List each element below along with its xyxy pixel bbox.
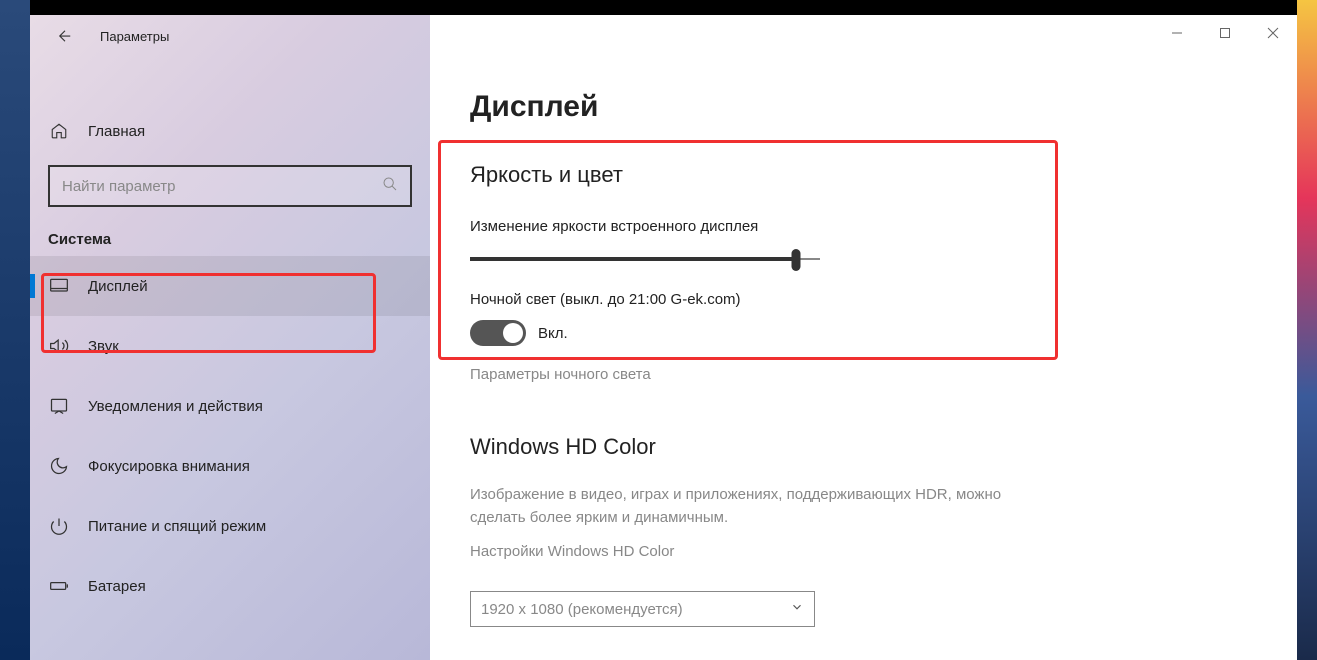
night-light-label: Ночной свет (выкл. до 21:00 G-ek.com) <box>470 291 1257 308</box>
maximize-icon <box>1219 27 1231 39</box>
brightness-slider[interactable] <box>470 247 820 271</box>
sidebar-item-power[interactable]: Питание и спящий режим <box>30 496 430 556</box>
slider-fill <box>470 257 796 261</box>
window-controls <box>1153 15 1297 51</box>
home-icon <box>48 122 70 140</box>
close-button[interactable] <box>1249 15 1297 51</box>
section-hdcolor-title: Windows HD Color <box>470 434 1257 460</box>
sidebar-home-label: Главная <box>88 123 145 140</box>
brightness-slider-label: Изменение яркости встроенного дисплея <box>470 218 1257 235</box>
sidebar-item-label: Звук <box>88 338 119 355</box>
back-button[interactable] <box>50 21 80 51</box>
toggle-state-label: Вкл. <box>538 325 568 342</box>
resolution-dropdown[interactable]: 1920 х 1080 (рекомендуется) <box>470 591 815 627</box>
minimize-icon <box>1171 27 1183 39</box>
close-icon <box>1267 27 1279 39</box>
sidebar: Параметры Главная Система Дисплей <box>30 15 430 660</box>
sidebar-item-sound[interactable]: Звук <box>30 316 430 376</box>
desktop-bg-right <box>1297 0 1317 660</box>
main-content: Дисплей Яркость и цвет Изменение яркости… <box>430 15 1297 660</box>
chevron-down-icon <box>790 600 804 619</box>
settings-window: Параметры Главная Система Дисплей <box>30 15 1297 660</box>
arrow-left-icon <box>56 27 74 45</box>
sidebar-item-focus[interactable]: Фокусировка внимания <box>30 436 430 496</box>
maximize-button[interactable] <box>1201 15 1249 51</box>
notification-icon <box>48 396 70 416</box>
slider-thumb[interactable] <box>791 249 800 271</box>
titlebar: Параметры <box>30 15 430 57</box>
monitor-icon <box>48 276 70 296</box>
desktop-bg-left <box>0 0 30 660</box>
focus-icon <box>48 456 70 476</box>
section-brightness-title: Яркость и цвет <box>470 162 1257 188</box>
search-input[interactable] <box>62 178 382 195</box>
sidebar-category: Система <box>48 231 430 248</box>
window-title: Параметры <box>100 29 169 44</box>
night-light-toggle-row: Вкл. <box>470 320 1257 346</box>
sidebar-item-notifications[interactable]: Уведомления и действия <box>30 376 430 436</box>
hdcolor-description: Изображение в видео, играх и приложениях… <box>470 484 1030 529</box>
hdcolor-settings-link[interactable]: Настройки Windows HD Color <box>470 543 674 560</box>
sidebar-item-label: Батарея <box>88 578 146 595</box>
sidebar-item-label: Уведомления и действия <box>88 398 263 415</box>
search-icon <box>382 176 398 197</box>
sound-icon <box>48 336 70 356</box>
page-title: Дисплей <box>470 90 1257 124</box>
sidebar-item-display[interactable]: Дисплей <box>30 256 430 316</box>
night-light-settings-link[interactable]: Параметры ночного света <box>470 366 651 383</box>
battery-icon <box>48 576 70 596</box>
power-icon <box>48 516 70 536</box>
sidebar-item-battery[interactable]: Батарея <box>30 556 430 616</box>
search-box[interactable] <box>48 165 412 207</box>
toggle-knob <box>503 323 523 343</box>
resolution-value: 1920 х 1080 (рекомендуется) <box>481 601 683 618</box>
night-light-toggle[interactable] <box>470 320 526 346</box>
minimize-button[interactable] <box>1153 15 1201 51</box>
sidebar-item-label: Питание и спящий режим <box>88 518 266 535</box>
sidebar-item-label: Дисплей <box>88 278 148 295</box>
sidebar-home[interactable]: Главная <box>30 112 430 150</box>
sidebar-item-label: Фокусировка внимания <box>88 458 250 475</box>
